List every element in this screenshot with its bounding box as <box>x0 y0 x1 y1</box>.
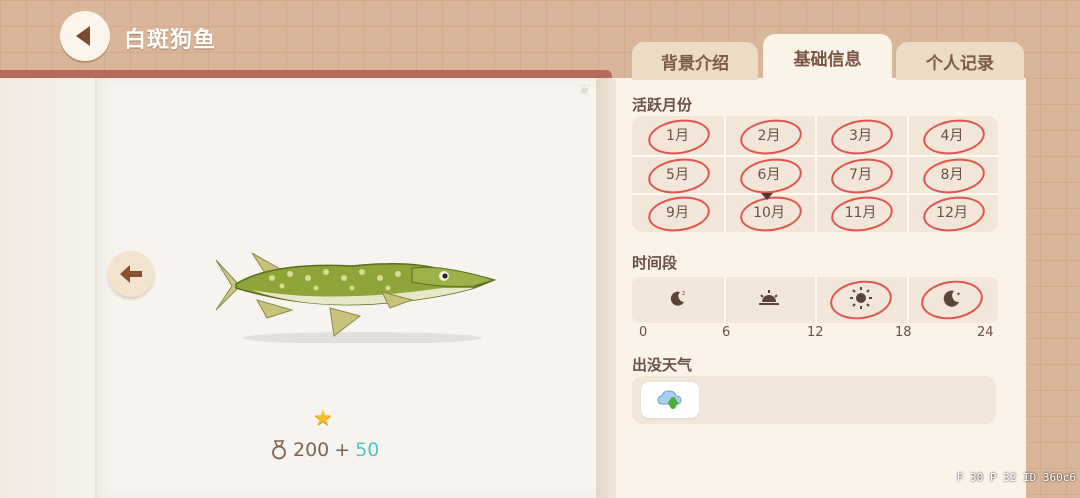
time-tick: 0 <box>639 325 648 340</box>
rarity-star-icon: ★ <box>313 406 333 431</box>
time-period-bar: z ✦ <box>632 276 999 324</box>
active-circle-mark <box>828 193 896 232</box>
tab-background[interactable]: 背景介绍 <box>632 42 758 80</box>
svg-text:✦: ✦ <box>956 291 961 298</box>
sun-icon <box>849 286 873 314</box>
reward-bonus: 50 <box>355 439 380 461</box>
weather-label: 出没天气 <box>632 356 693 374</box>
current-month-marker-icon <box>761 193 773 200</box>
reward-value: 200 + 50 <box>270 439 379 461</box>
medal-icon <box>272 440 286 460</box>
svg-text:z: z <box>682 290 685 297</box>
month-cell: 6月 <box>724 154 815 197</box>
months-grid: 1月 2月 3月 4月 5月 6月 7月 8月 9月 10月 11月 12月 <box>632 116 998 232</box>
active-circle-mark <box>645 116 713 159</box>
active-circle-mark <box>737 154 804 197</box>
active-circle-mark <box>828 116 896 159</box>
cloudy-clover-icon <box>657 390 682 409</box>
active-circle-mark <box>645 193 713 232</box>
moon-sleep-icon: z <box>667 287 689 313</box>
page-divider <box>596 78 616 498</box>
month-cell: 5月 <box>632 154 723 197</box>
time-period-label: 时间段 <box>632 254 678 272</box>
month-cell: 3月 <box>815 116 906 159</box>
active-circle-mark <box>920 154 987 197</box>
grid-divider <box>723 277 726 323</box>
tab-basic-info[interactable]: 基础信息 <box>763 34 892 80</box>
month-cell: 4月 <box>907 116 998 159</box>
tab-personal-record[interactable]: 个人记录 <box>896 42 1024 80</box>
back-arrow-icon <box>76 26 90 46</box>
active-circle-mark <box>737 116 804 159</box>
back-button[interactable] <box>60 11 110 61</box>
time-slot <box>723 277 816 323</box>
month-cell: 9月 <box>632 193 723 232</box>
pike-fish-illustration <box>215 252 497 343</box>
book-left-page <box>0 78 95 498</box>
page-title: 白斑狗鱼 <box>124 28 217 53</box>
month-cell: 1月 <box>632 116 723 159</box>
active-circle-mark <box>920 116 987 159</box>
page-corner-ornament-icon: ❦ <box>578 80 592 99</box>
time-slot: ✦ <box>906 276 999 324</box>
grid-divider <box>815 277 817 323</box>
reward-base: 200 <box>293 439 330 461</box>
sunrise-icon <box>757 288 781 312</box>
month-cell: 12月 <box>907 193 998 232</box>
time-tick: 12 <box>807 325 824 340</box>
active-circle-mark <box>828 154 896 197</box>
time-tick: 6 <box>722 325 731 340</box>
debug-overlay: F 30 P 32 ID 360c6 <box>956 471 1076 484</box>
moon-night-icon: ✦ <box>941 287 963 313</box>
active-months-label: 活跃月份 <box>632 96 693 114</box>
grid-divider <box>906 277 909 323</box>
time-slot <box>815 276 907 324</box>
time-slot: z <box>632 277 724 323</box>
active-circle-mark <box>645 154 713 197</box>
month-cell: 7月 <box>815 154 906 197</box>
month-cell: 8月 <box>907 154 998 197</box>
weather-item <box>641 382 699 418</box>
active-circle-mark <box>920 193 987 232</box>
reward-plus: + <box>334 439 351 461</box>
month-cell: 2月 <box>724 116 815 159</box>
time-tick: 18 <box>895 325 912 340</box>
previous-fish-button[interactable] <box>108 251 154 297</box>
left-arrow-icon <box>120 265 142 283</box>
time-tick: 24 <box>977 325 994 340</box>
month-cell: 11月 <box>815 193 906 232</box>
